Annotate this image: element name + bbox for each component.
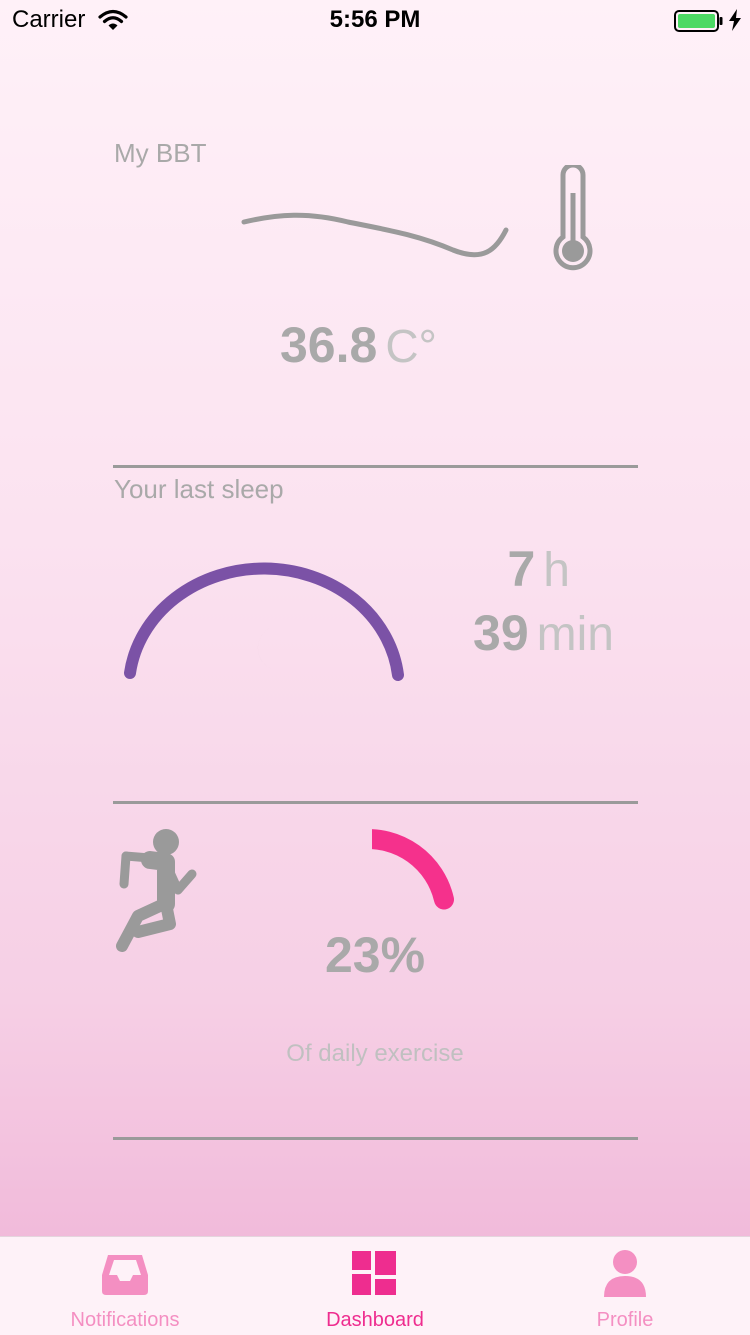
person-icon [604,1250,646,1297]
exercise-progress-arc [372,829,454,910]
sleep-title: Your last sleep [114,474,284,504]
exercise-percent: 23% [324,927,426,983]
sleep-hours-unit: h [543,544,570,597]
thermometer-icon [553,165,593,271]
sleep-hours: 7h [420,540,570,598]
bbt-trend-line [241,212,509,258]
tab-profile[interactable]: Profile [500,1237,750,1335]
section-divider [113,801,638,804]
dashboard-grid-icon [352,1251,396,1295]
section-divider [113,1137,638,1140]
section-divider [113,465,638,468]
bbt-unit: C° [385,320,437,372]
tab-label-dashboard: Dashboard [326,1309,424,1331]
battery-icon [674,10,723,32]
sleep-minutes-unit: min [536,608,614,661]
tab-dashboard[interactable]: Dashboard [250,1237,500,1335]
clock: 5:56 PM [329,6,421,33]
bbt-reading: 36.8 C° [280,316,437,376]
status-bar: Carrier 5:56 PM [0,0,750,40]
sleep-hours-value: 7 [507,541,536,597]
inbox-tray-icon [102,1255,148,1295]
tab-label-profile: Profile [596,1309,654,1331]
bbt-title: My BBT [114,138,207,168]
sleep-minutes: 39 min [420,604,614,662]
exercise-caption: Of daily exercise [286,1040,464,1067]
tab-label-notifications: Notifications [70,1309,180,1331]
sleep-gauge [124,562,404,681]
tab-notifications[interactable]: Notifications [0,1237,250,1335]
charging-bolt-icon [729,9,741,31]
sleep-minutes-value: 39 [473,605,529,661]
tab-bar: Notifications Dashboard Profile [0,1236,750,1335]
bbt-value: 36.8 [280,317,378,373]
moon-icon [257,626,288,672]
